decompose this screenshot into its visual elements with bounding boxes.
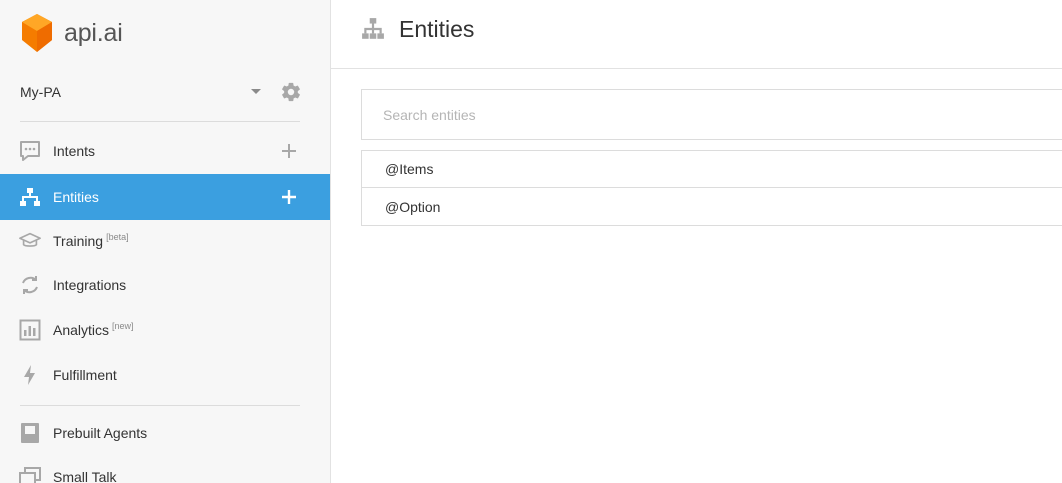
sidebar-item-label-wrap: Training [beta] [53,232,129,249]
add-intent-plus-icon[interactable] [280,142,298,160]
main-content: Entities @Items @Option [331,0,1062,483]
sitemap-icon [362,18,384,39]
sidebar-item-label: Small Talk [53,469,117,483]
page-header: Entities [331,0,1062,69]
sidebar-divider [20,121,300,122]
brand-logo[interactable]: api.ai [20,12,123,54]
entity-list: @Items @Option [361,150,1062,226]
search-input[interactable] [362,90,1062,139]
graduation-cap-icon [19,232,41,247]
sidebar-item-training[interactable]: Training [beta] [0,218,330,264]
sidebar-item-intents[interactable]: Intents [0,128,330,174]
sidebar-item-label: Integrations [53,277,127,293]
lightning-bolt-icon [24,365,35,385]
sidebar-item-label: Analytics [53,322,110,338]
sidebar-item-integrations[interactable]: Integrations [0,262,330,308]
brand-name: api.ai [64,18,123,47]
sidebar-item-fulfillment[interactable]: Fulfillment [0,352,330,398]
agent-selector[interactable]: My-PA [20,80,310,104]
sidebar-item-entities[interactable]: Entities [0,174,330,220]
agent-name: My-PA [20,84,61,100]
entity-row-items[interactable]: @Items [362,151,1062,188]
sidebar-item-label: Fulfillment [53,367,117,383]
entity-row-option[interactable]: @Option [362,188,1062,225]
chevron-down-icon[interactable] [251,89,261,94]
sidebar-item-small-talk[interactable]: Small Talk [0,454,330,483]
sidebar-item-analytics[interactable]: Analytics [new] [0,307,330,353]
sync-icon [22,276,38,294]
sidebar: api.ai My-PA Intents Entities Training [… [0,0,331,483]
gear-icon[interactable] [280,81,302,103]
sidebar-item-label: Training [53,233,104,249]
sidebar-item-label: Prebuilt Agents [53,425,148,441]
new-badge: [new] [112,321,134,331]
beta-badge: [beta] [106,232,129,242]
sitemap-icon [20,188,40,206]
api-ai-logo-icon [22,14,52,52]
book-icon [21,423,39,443]
sidebar-item-label: Entities [53,189,99,205]
sidebar-item-label-wrap: Analytics [new] [53,321,134,338]
search-box [361,89,1062,140]
bar-chart-icon [19,319,41,341]
chat-bubble-icon [20,141,40,161]
sidebar-item-prebuilt-agents[interactable]: Prebuilt Agents [0,410,330,456]
sidebar-divider [20,405,300,406]
page-title: Entities [399,16,475,42]
add-entity-plus-icon[interactable] [280,188,298,206]
sidebar-item-label: Intents [53,143,96,159]
chat-bubbles-icon [19,467,41,483]
